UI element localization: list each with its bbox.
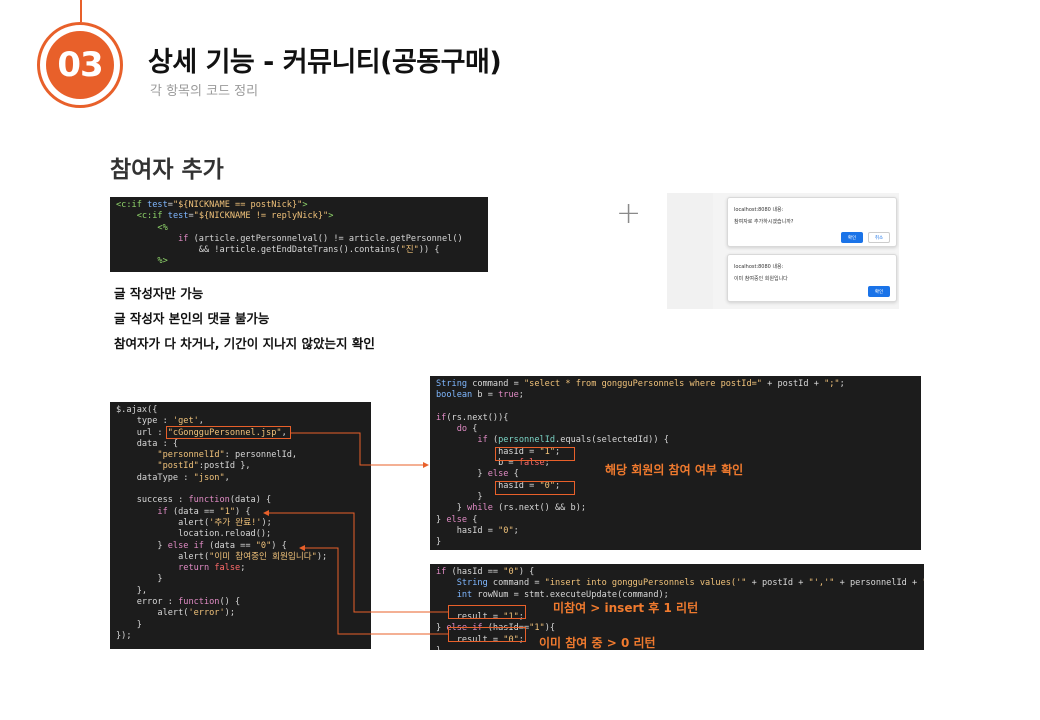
note-insert-return: 미참여 > insert 후 1 리턴 <box>553 601 699 615</box>
note-check-participation: 해당 회원의 참여 여부 확인 <box>605 463 744 477</box>
connector-arrows <box>263 432 448 635</box>
arrow-result0-to-else <box>299 545 448 635</box>
arrow-result1-to-success <box>263 510 448 613</box>
note-already-return: 이미 참여 중 > 0 리턴 <box>539 636 656 650</box>
arrow-url-to-select <box>291 432 429 468</box>
